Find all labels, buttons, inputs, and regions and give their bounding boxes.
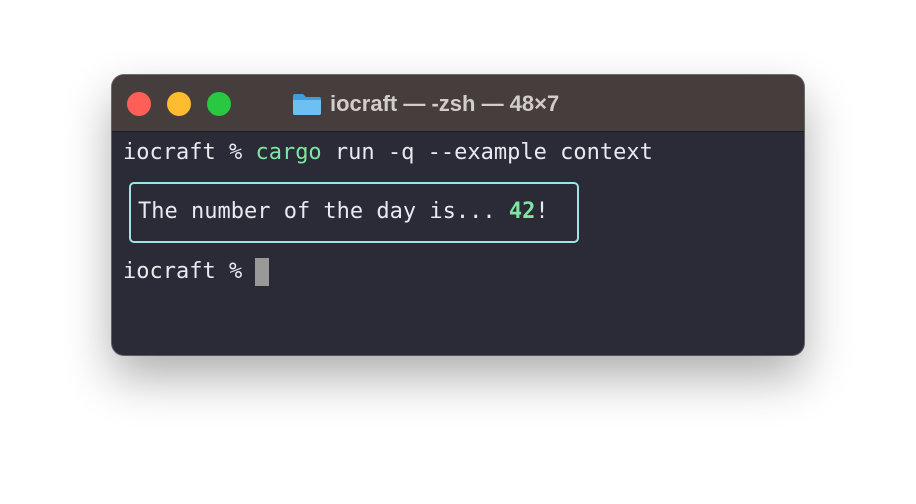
window-title: iocraft — -zsh — 48×7 <box>330 91 560 116</box>
window-title-group: iocraft — -zsh — 48×7 <box>292 89 559 119</box>
folder-icon <box>293 94 321 115</box>
output-text: The number of the day is... <box>138 199 509 224</box>
command-line: iocraft % cargo run -q --example context <box>123 138 653 168</box>
command-args: run -q --example context <box>321 140 653 165</box>
text-cursor <box>255 258 270 286</box>
output-box: The number of the day is... 42! <box>129 182 579 243</box>
close-button[interactable] <box>127 92 151 116</box>
output-line: The number of the day is... 42! <box>138 197 549 227</box>
output-suffix: ! <box>535 199 549 224</box>
prompt-line: iocraft % <box>123 257 270 287</box>
output-number: 42 <box>508 199 536 224</box>
desktop-background: iocraft — -zsh — 48×7 iocraft % cargo ru… <box>0 0 916 504</box>
shell-prompt: iocraft % <box>123 140 256 165</box>
minimize-button[interactable] <box>167 92 191 116</box>
shell-prompt-2: iocraft % <box>123 259 256 284</box>
title-bar[interactable]: iocraft — -zsh — 48×7 <box>112 75 804 132</box>
terminal-window[interactable]: iocraft — -zsh — 48×7 iocraft % cargo ru… <box>112 75 804 355</box>
zoom-button[interactable] <box>207 92 231 116</box>
command-name: cargo <box>255 140 322 165</box>
